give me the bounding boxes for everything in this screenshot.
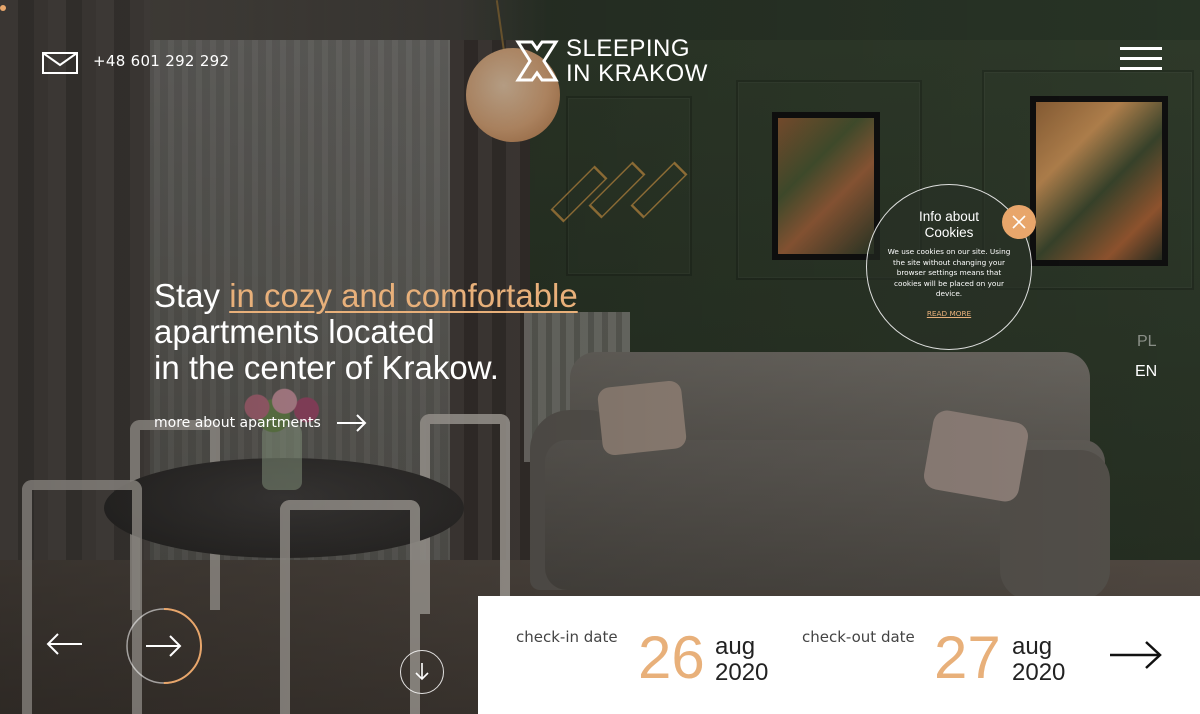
check-out-date-picker[interactable]: check-out date 27 aug 2020 [802, 596, 1082, 714]
booking-submit-button[interactable] [1110, 640, 1162, 670]
hero-line-3: in the center of Krakow. [154, 349, 499, 386]
booking-panel: check-in date 26 aug 2020 check-out date… [478, 596, 1200, 714]
site-logo[interactable]: SLEEPING IN KRAKOW [514, 36, 708, 86]
check-out-month: aug [1012, 633, 1053, 660]
language-option-en[interactable]: EN [1135, 363, 1157, 381]
check-in-day: 26 [638, 624, 705, 691]
arrow-down-icon [415, 663, 429, 681]
more-about-apartments-link[interactable]: more about apartments [154, 414, 367, 432]
arrow-left-icon [46, 633, 82, 655]
close-icon [1012, 215, 1026, 229]
hamburger-icon[interactable] [1120, 47, 1162, 73]
cookie-read-more-link[interactable]: READ MORE [927, 309, 971, 318]
check-out-label: check-out date [802, 628, 915, 646]
check-in-year: 2020 [715, 659, 769, 686]
hero-line-1-prefix: Stay [154, 277, 230, 314]
check-out-year: 2020 [1012, 659, 1066, 686]
cookie-close-button[interactable] [1002, 205, 1036, 239]
check-in-month: aug [715, 633, 756, 660]
logo-line-1: SLEEPING [566, 35, 691, 62]
arrow-right-icon [146, 635, 182, 657]
language-option-pl[interactable]: PL [1137, 333, 1157, 351]
logo-line-2: IN KRAKOW [566, 60, 708, 87]
check-in-label: check-in date [516, 628, 618, 646]
hero-headline: Stay in cozy and comfortable apartments … [154, 278, 578, 386]
slider-progress-ring [126, 608, 202, 684]
hero-accent-text: in cozy and comfortable [229, 277, 578, 314]
envelope-icon[interactable] [42, 52, 78, 74]
scroll-down-button[interactable] [400, 650, 444, 694]
logo-wordmark: SLEEPING IN KRAKOW [566, 36, 708, 86]
hero-line-2: apartments located [154, 313, 435, 350]
arrow-right-icon [1110, 641, 1162, 669]
more-link-label: more about apartments [154, 415, 321, 431]
cookie-body: We use cookies on our site. Using the si… [887, 247, 1011, 298]
logo-x-icon [515, 40, 559, 82]
slider-prev-button[interactable] [46, 632, 82, 656]
corner-dot [0, 5, 6, 11]
phone-number-link[interactable]: +48 601 292 292 [93, 52, 229, 70]
check-out-day: 27 [934, 624, 1001, 691]
slider-next-button[interactable] [124, 606, 204, 686]
arrow-right-icon [336, 414, 367, 432]
check-in-date-picker[interactable]: check-in date 26 aug 2020 [516, 596, 796, 714]
